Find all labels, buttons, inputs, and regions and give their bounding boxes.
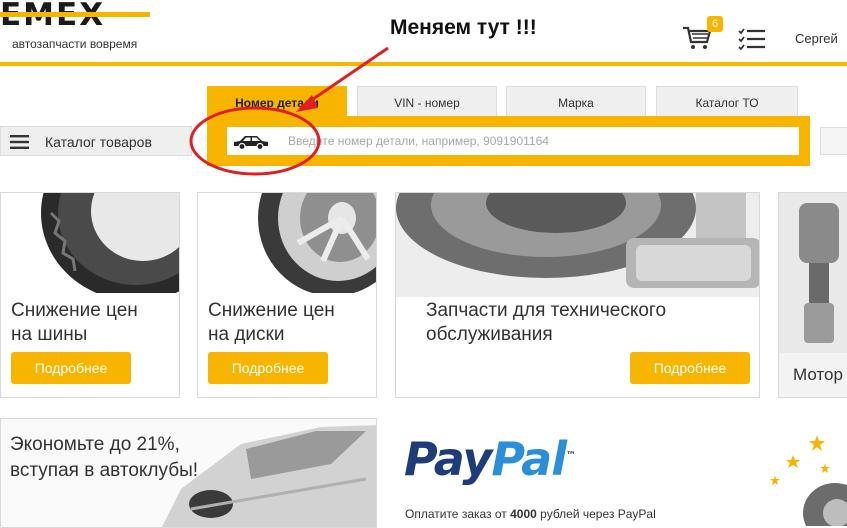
search-button-partial[interactable] [820, 127, 847, 155]
paypal-text-before: Оплатите заказ от [405, 507, 511, 521]
emex-logo[interactable]: EMEX [0, 0, 160, 31]
paypal-logo-pal: Pal [491, 432, 567, 486]
paypal-trademark: ™ [565, 450, 576, 462]
user-name-link[interactable]: Сергей [795, 31, 838, 46]
service-parts-image [396, 193, 759, 297]
paypal-amount: 4000 [510, 507, 537, 521]
paypal-text-after: рублей через PayPal [536, 507, 656, 521]
cart-count-badge: 6 [707, 16, 723, 32]
promo-title-line1: Снижение цен [208, 300, 335, 321]
tire-image [41, 193, 179, 293]
disks-more-button[interactable]: Подробнее [208, 352, 328, 384]
tab-part-number[interactable]: Номер детали [207, 86, 347, 116]
autoclub-line2: вступая в автоклубы! [10, 460, 199, 481]
annotation-label: Меняем тут !!! [390, 16, 537, 39]
promo-title-line1: Снижение цен [11, 300, 138, 321]
logo-stripe [0, 12, 150, 17]
service-parts-more-button[interactable]: Подробнее [630, 352, 750, 384]
promo-card-tires[interactable]: Снижение цен на шины Подробнее [0, 192, 180, 398]
promo-title-line2: на шины [11, 324, 88, 345]
promo-card-service-parts[interactable]: Запчасти для технического обслуживания П… [395, 192, 760, 398]
promo-title-line1: Запчасти для технического [426, 300, 667, 321]
paypal-logo-pay: Pay [404, 432, 492, 486]
wheel-disk-image [258, 193, 376, 293]
catalog-menu-label: Каталог товаров [45, 134, 152, 150]
tires-more-button[interactable]: Подробнее [11, 352, 131, 384]
catalog-menu-button[interactable]: Каталог товаров [0, 126, 192, 156]
promo-title-motor: Мотор [793, 363, 843, 387]
motor-parts-image [779, 193, 847, 353]
search-placeholder: Введите номер детали, например, 90919011… [288, 134, 549, 148]
autoclub-text: Экономьте до 21%, вступая в автоклубы! [10, 432, 198, 484]
logo-tagline: автозапчасти вовремя [12, 37, 138, 51]
paypal-logo[interactable]: PayPal™ [404, 432, 576, 486]
promo-card-disks[interactable]: Снижение цен на диски Подробнее [197, 192, 377, 398]
header-divider [0, 62, 847, 66]
promo-title-line2: на диски [208, 324, 285, 345]
car-icon[interactable] [232, 134, 270, 150]
paypal-promo-text: Оплатите заказ от 4000 рублей через PayP… [405, 507, 656, 521]
orders-list-icon[interactable] [738, 28, 766, 50]
tab-vin[interactable]: VIN - номер [357, 86, 497, 116]
tab-brand[interactable]: Марка [506, 86, 646, 116]
promo-title-line2: обслуживания [426, 324, 553, 345]
promo-card-motor[interactable]: Мотор [778, 192, 847, 398]
tab-maintenance-catalog[interactable]: Каталог ТО [656, 86, 798, 116]
stars-decoration-image [770, 435, 847, 526]
autoclub-line1: Экономьте до 21%, [10, 434, 180, 455]
hamburger-icon [10, 135, 29, 149]
